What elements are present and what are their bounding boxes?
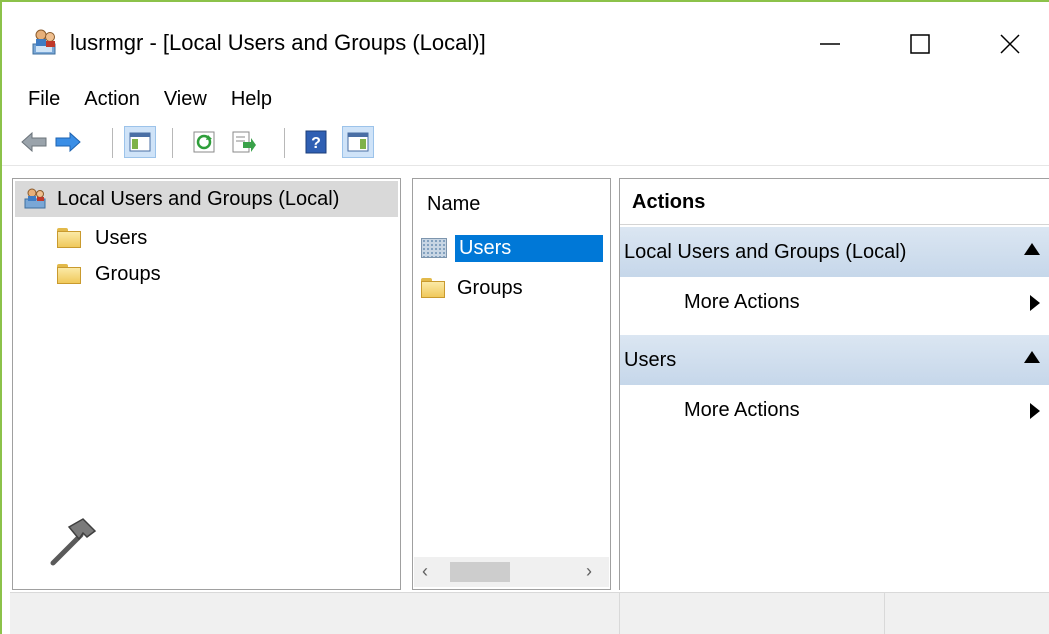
status-divider [884, 593, 885, 634]
status-divider [619, 593, 620, 634]
submenu-arrow-icon [1030, 295, 1040, 311]
menu-bar: File Action View Help [2, 80, 286, 118]
refresh-icon [193, 131, 215, 153]
menu-action[interactable]: Action [74, 84, 150, 115]
maximize-icon [910, 34, 930, 54]
toolbar: ? [2, 120, 1049, 166]
list-item-label: Users [455, 234, 603, 262]
window-title: lusrmgr - [Local Users and Groups (Local… [70, 30, 486, 55]
action-section-label: Users [624, 348, 677, 371]
show-hide-console-tree-button[interactable] [124, 126, 156, 158]
menu-view[interactable]: View [154, 84, 217, 115]
more-actions-item[interactable]: More Actions [620, 387, 1049, 433]
scroll-right-button[interactable]: › [586, 561, 592, 582]
results-pane: Name Users Groups ‹ › [412, 178, 611, 590]
submenu-arrow-icon [1030, 403, 1040, 419]
tree-item-groups[interactable]: Groups [57, 257, 161, 291]
help-icon: ? [305, 130, 327, 154]
users-computer-icon [32, 29, 56, 55]
folder-icon [57, 264, 81, 284]
collapse-caret-icon[interactable] [1024, 351, 1040, 363]
list-item-label: Groups [457, 276, 523, 299]
export-list-button[interactable] [228, 126, 260, 158]
toolbar-separator [112, 128, 114, 158]
scroll-left-button[interactable]: ‹ [422, 561, 428, 582]
export-list-icon [232, 131, 256, 153]
menu-help[interactable]: Help [221, 84, 282, 115]
horizontal-scrollbar[interactable]: ‹ › [414, 557, 609, 587]
back-button[interactable] [18, 126, 50, 158]
scroll-thumb[interactable] [450, 562, 510, 582]
close-button[interactable] [965, 16, 1049, 72]
users-folder-icon [421, 238, 447, 258]
tree-item-label: Groups [95, 262, 161, 285]
users-computer-icon [24, 188, 46, 209]
toolbar-separator [284, 128, 286, 158]
more-actions-label: More Actions [684, 290, 800, 313]
list-item-groups[interactable]: Groups [421, 271, 527, 305]
maximize-button[interactable] [875, 16, 965, 72]
forward-button[interactable] [52, 126, 84, 158]
tree-item-label: Users [95, 226, 148, 249]
menu-file[interactable]: File [18, 84, 70, 115]
show-hide-console-tree-icon [129, 132, 151, 152]
close-icon [1000, 34, 1020, 54]
tree-item-users[interactable]: Users [57, 221, 147, 255]
column-header-name[interactable]: Name [427, 193, 480, 216]
actions-title: Actions [620, 179, 1049, 225]
tree-root-label: Local Users and Groups (Local) [57, 187, 340, 210]
actions-pane: Actions Local Users and Groups (Local) M… [619, 178, 1049, 590]
help-button[interactable]: ? [300, 126, 332, 158]
show-hide-action-pane-icon [347, 132, 369, 152]
toolbar-separator [172, 128, 174, 158]
collapse-caret-icon[interactable] [1024, 243, 1040, 255]
minimize-button[interactable] [785, 16, 875, 72]
show-hide-action-pane-button[interactable] [342, 126, 374, 158]
mmc-window: lusrmgr - [Local Users and Groups (Local… [0, 0, 1049, 634]
more-actions-label: More Actions [684, 398, 800, 421]
action-section-label: Local Users and Groups (Local) [624, 240, 907, 263]
folder-icon [57, 228, 81, 248]
status-bar [10, 592, 1049, 634]
action-section-users[interactable]: Users [620, 335, 1049, 385]
forward-arrow-icon [55, 131, 81, 153]
svg-text:?: ? [311, 135, 321, 152]
more-actions-item[interactable]: More Actions [620, 279, 1049, 325]
console-tree-pane: Local Users and Groups (Local) Users Gro… [12, 178, 401, 590]
minimize-icon [820, 43, 840, 45]
hammer-icon [50, 518, 97, 566]
back-arrow-icon [21, 131, 47, 153]
title-bar[interactable]: lusrmgr - [Local Users and Groups (Local… [2, 2, 1049, 78]
folder-icon [421, 278, 445, 298]
action-section-local-users-and-groups[interactable]: Local Users and Groups (Local) [620, 227, 1049, 277]
refresh-button[interactable] [188, 126, 220, 158]
list-item-users[interactable]: Users [421, 231, 603, 265]
tree-item-local-users-and-groups[interactable]: Local Users and Groups (Local) [15, 181, 398, 217]
